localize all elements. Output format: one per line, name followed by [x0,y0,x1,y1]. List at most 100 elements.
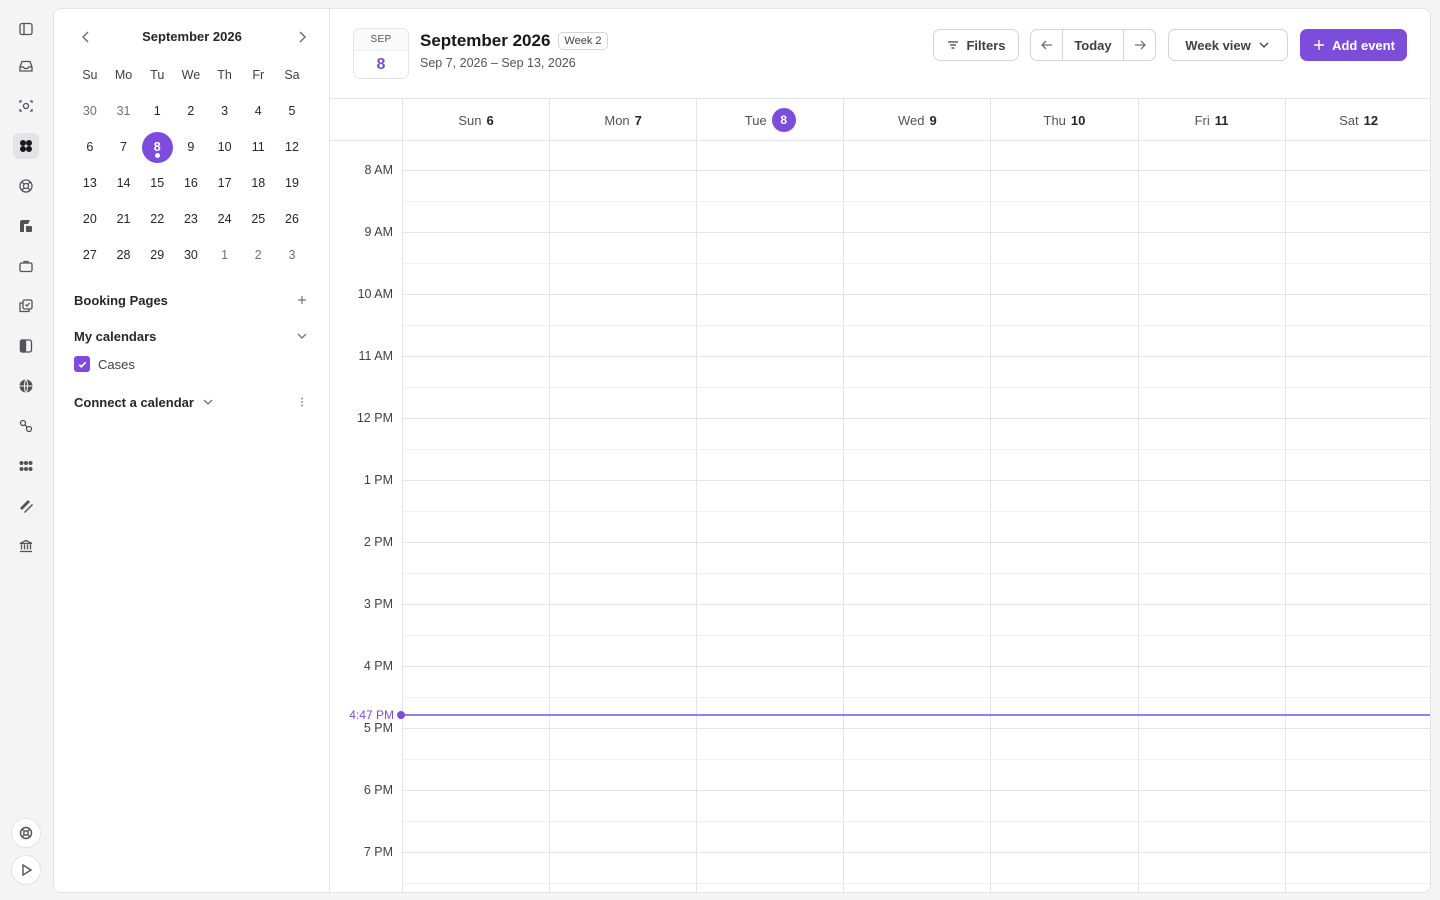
connect-calendar-row[interactable]: Connect a calendar [74,390,310,414]
event-dot [154,153,160,158]
hour-line [402,542,1430,543]
mini-calendar-day[interactable]: 15 [140,165,174,201]
mini-calendar-day[interactable]: 7 [107,129,141,165]
mini-calendar-day[interactable]: 30 [174,237,208,273]
day-number: 13 [82,176,97,190]
scan-icon[interactable] [13,93,39,119]
day-header-sun[interactable]: Sun 6 [402,99,549,141]
tools-icon[interactable] [13,493,39,519]
mini-calendar-day[interactable]: 1 [208,237,242,273]
plus-icon [1314,40,1325,50]
hour-label: 2 PM [363,535,393,549]
mini-calendar-day[interactable]: 24 [208,201,242,237]
add-booking-page-icon[interactable] [294,292,310,308]
booking-pages-row[interactable]: Booking Pages [74,288,310,312]
day-number: 18 [251,176,266,190]
half-hour-line [402,573,1430,574]
hour-label: 1 PM [363,473,393,487]
mini-calendar-day[interactable]: 9 [174,129,208,165]
mini-calendar-day[interactable]: 6 [73,129,107,165]
mini-calendar-day[interactable]: 4 [241,93,275,129]
day-column-divider [696,141,698,892]
current-time-dot [397,710,405,719]
mini-calendar-day[interactable]: 11 [241,129,275,165]
day-header-mon[interactable]: Mon 7 [549,99,696,141]
connect-calendar-label[interactable]: Connect a calendar [74,395,194,410]
mini-calendar-day[interactable]: 22 [140,201,174,237]
filters-button[interactable]: Filters [933,29,1019,61]
add-event-button[interactable]: Add event [1300,29,1407,61]
mini-calendar-day[interactable]: 2 [174,93,208,129]
mini-calendar-day[interactable]: 13 [73,165,107,201]
half-hour-line [402,263,1430,264]
mini-calendar-day[interactable]: 10 [208,129,242,165]
calendar-checkbox[interactable] [74,356,90,372]
play-icon[interactable] [11,855,41,885]
mini-calendar-day[interactable]: 18 [241,165,275,201]
mini-calendar-day[interactable]: 25 [241,201,275,237]
mini-calendar-day[interactable]: 3 [208,93,242,129]
sidebar-toggle-icon[interactable] [13,16,39,42]
day-name: Mon [604,112,630,128]
briefcase-icon[interactable] [13,253,39,279]
today-button[interactable]: Today [1062,30,1124,60]
calendar-item-cases[interactable]: Cases [74,356,135,372]
week-badge: Week 2 [558,32,608,50]
half-hour-line [402,325,1430,326]
my-calendars-row[interactable]: My calendars [74,324,310,348]
apps-icon[interactable] [13,453,39,479]
next-week-button[interactable] [1124,30,1155,60]
bank-icon[interactable] [13,533,39,559]
chevron-down-icon[interactable] [294,328,310,344]
day-header-sat[interactable]: Sat 12 [1284,99,1430,141]
mini-calendar-day[interactable]: 29 [140,237,174,273]
help-icon[interactable] [11,818,41,848]
mini-calendar-day[interactable]: 12 [275,129,309,165]
mini-calendar-day[interactable]: 23 [174,201,208,237]
next-month-button[interactable] [292,27,312,47]
inbox-icon[interactable] [13,53,39,79]
day-name: Sun [458,112,482,128]
prev-week-button[interactable] [1031,30,1062,60]
date-badge-day: 8 [376,56,386,73]
mini-calendar-day[interactable]: 30 [73,93,107,129]
day-header-fri[interactable]: Fri 11 [1137,99,1285,141]
mini-calendar-day[interactable]: 5 [275,93,309,129]
half-hour-line [402,883,1430,884]
globe-icon[interactable] [13,373,39,399]
day-number: 27 [82,248,97,262]
day-column-divider [990,141,992,892]
hour-label: 8 AM [364,163,394,177]
day-header-thu[interactable]: Thu 10 [990,99,1137,141]
support-icon[interactable] [13,173,39,199]
more-vertical-icon[interactable] [294,394,310,410]
integrations-icon[interactable] [13,413,39,439]
mini-calendar-day[interactable]: 16 [174,165,208,201]
mini-calendar-day[interactable]: 20 [73,201,107,237]
mini-calendar-day[interactable]: 27 [73,237,107,273]
mini-calendar-day[interactable]: 26 [275,201,309,237]
mini-calendar-day[interactable]: 19 [275,165,309,201]
mini-calendar-day[interactable]: 1 [140,93,174,129]
filter-icon [948,41,959,49]
dashboard-icon[interactable] [13,133,39,159]
sidebar: September 2026 Su Mo Tu We Th Fr Sa 30 31 1 2 3 4 5 6 7… [54,9,330,892]
mini-calendar-day[interactable]: 17 [208,165,242,201]
mini-calendar-day[interactable]: 2 [241,237,275,273]
tasks-icon[interactable] [13,293,39,319]
notes-icon[interactable] [13,333,39,359]
day-number: 1 [153,104,161,118]
view-select[interactable]: Week view [1168,29,1288,61]
day-number: 29 [150,248,165,262]
time-grid[interactable]: 8 AM 9 AM 10 AM 11 AM 12 PM 1 PM 2 PM 3 PM 4 PM 5… [330,141,1430,892]
mini-calendar-day[interactable]: 8 [140,129,174,165]
mini-calendar-day[interactable]: 28 [107,237,141,273]
studio-icon[interactable] [13,213,39,239]
mini-calendar-day[interactable]: 31 [107,93,141,129]
mini-calendar-day[interactable]: 21 [107,201,141,237]
day-header-wed[interactable]: Wed 9 [843,99,990,141]
day-header-tue[interactable]: Tue 8 [696,99,843,141]
mini-calendar-day[interactable]: 14 [107,165,141,201]
mini-calendar-day[interactable]: 3 [275,237,309,273]
chevron-down-icon[interactable] [200,394,216,410]
